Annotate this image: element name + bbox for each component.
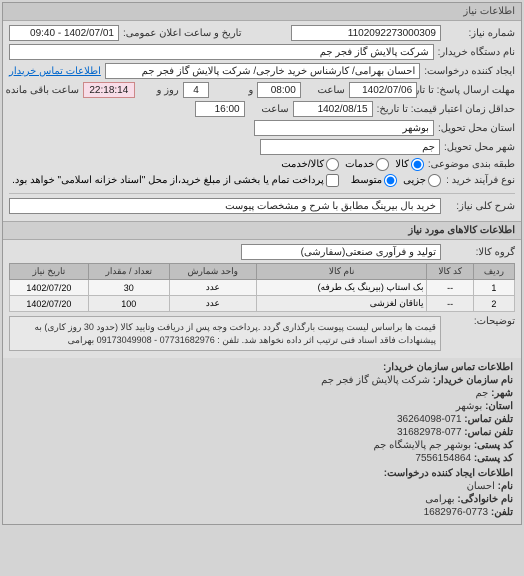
purchase-label: نوع فرآیند خرید : xyxy=(445,175,515,186)
purchase-radio-group: جزیی متوسط xyxy=(351,174,441,187)
radio-both[interactable]: کالا/خدمت xyxy=(281,158,339,171)
city-label: شهر محل تحویل: xyxy=(444,142,515,153)
announce-field: 1402/07/01 - 09:40 xyxy=(9,25,119,41)
desc-label: توضیحات: xyxy=(445,316,515,327)
creator-title: اطلاعات ایجاد کننده درخواست: xyxy=(384,468,513,479)
and-label: و xyxy=(213,85,253,96)
deadline-date: 1402/07/06 xyxy=(349,82,417,98)
radio-motavaset-input[interactable] xyxy=(384,174,397,187)
items-title: اطلاعات کالاهای مورد نیاز xyxy=(3,221,521,240)
announce-label: تاریخ و ساعت اعلان عمومی: xyxy=(123,28,242,39)
topic-label: طبقه بندی موضوعی: xyxy=(428,159,515,170)
th-date: تاریخ نیاز xyxy=(10,264,89,280)
desc-text: قیمت ها براساس لیست پیوست بارگذاری گردد … xyxy=(9,316,441,351)
th-name: نام کالا xyxy=(256,264,427,280)
contact-section: اطلاعات تماس سازمان خریدار: نام سازمان خ… xyxy=(3,358,521,524)
radio-khadamat[interactable]: خدمات xyxy=(345,158,389,171)
requester-label: ایجاد کننده درخواست: xyxy=(424,66,515,77)
remaining-label: ساعت باقی مانده xyxy=(9,85,79,96)
contact-link[interactable]: اطلاعات تماس خریدار xyxy=(9,66,101,77)
deadline-label: مهلت ارسال پاسخ: تا تاریخ: xyxy=(421,85,515,96)
requester-field: احسان بهرامی/ کارشناس خرید خارجی/ شرکت پ… xyxy=(105,63,420,79)
table-row[interactable]: 1 -- بک استاپ (بیرینگ یک طرفه) عدد 30 14… xyxy=(10,280,515,296)
group-field: تولید و فرآوری صنعتی(سفارشی) xyxy=(241,244,441,260)
radio-kala[interactable]: کالا xyxy=(395,158,424,171)
info-panel: اطلاعات نیاز شماره نیاز: 110209227300030… xyxy=(2,2,522,525)
general-field: خرید بال بیرینگ مطابق با شرح و مشخصات پی… xyxy=(9,198,441,214)
number-field: 1102092273000309 xyxy=(291,25,441,41)
radio-kala-input[interactable] xyxy=(411,158,424,171)
form-section: شماره نیاز: 1102092273000309 تاریخ و ساع… xyxy=(3,21,521,221)
buyer-device-field: شرکت پالایش گاز فجر جم xyxy=(9,44,434,60)
number-label: شماره نیاز: xyxy=(445,28,515,39)
validity-time: 16:00 xyxy=(195,101,245,117)
th-code: کد کالا xyxy=(427,264,473,280)
th-row: ردیف xyxy=(473,264,514,280)
day-label: روز و xyxy=(139,85,179,96)
checkbox-note[interactable]: پرداخت تمام یا بخشی از مبلغ خرید،از محل … xyxy=(12,174,339,187)
province-label: استان محل تحویل: xyxy=(438,123,515,134)
city-field: جم xyxy=(260,139,440,155)
deadline-time: 08:00 xyxy=(257,82,300,98)
radio-motavaset[interactable]: متوسط xyxy=(351,174,397,187)
time-label-2: ساعت xyxy=(249,104,289,115)
validity-label: حداقل زمان اعتبار قیمت: تا تاریخ: xyxy=(377,104,515,115)
th-qty: تعداد / مقدار xyxy=(88,264,169,280)
radio-jozi[interactable]: جزیی xyxy=(403,174,441,187)
topic-radio-group: کالا خدمات کالا/خدمت xyxy=(281,158,424,171)
province-field: بوشهر xyxy=(254,120,434,136)
table-row[interactable]: 2 -- یاتاقان لغزشی عدد 100 1402/07/20 xyxy=(10,296,515,312)
radio-jozi-input[interactable] xyxy=(428,174,441,187)
radio-khadamat-input[interactable] xyxy=(376,158,389,171)
days-field: 4 xyxy=(183,82,210,98)
contact-title: اطلاعات تماس سازمان خریدار: xyxy=(383,362,513,373)
checkbox-note-input[interactable] xyxy=(326,174,339,187)
validity-date: 1402/08/15 xyxy=(293,101,373,117)
time-label-1: ساعت xyxy=(305,85,345,96)
items-table: ردیف کد کالا نام کالا واحد شمارش تعداد /… xyxy=(9,263,515,312)
th-unit: واحد شمارش xyxy=(169,264,256,280)
general-label: شرح کلی نیاز: xyxy=(445,201,515,212)
buyer-device-label: نام دستگاه خریدار: xyxy=(438,47,515,58)
group-label: گروه کالا: xyxy=(445,247,515,258)
panel-title: اطلاعات نیاز xyxy=(3,3,521,21)
remaining-field: 22:18:14 xyxy=(83,82,135,98)
radio-both-input[interactable] xyxy=(326,158,339,171)
